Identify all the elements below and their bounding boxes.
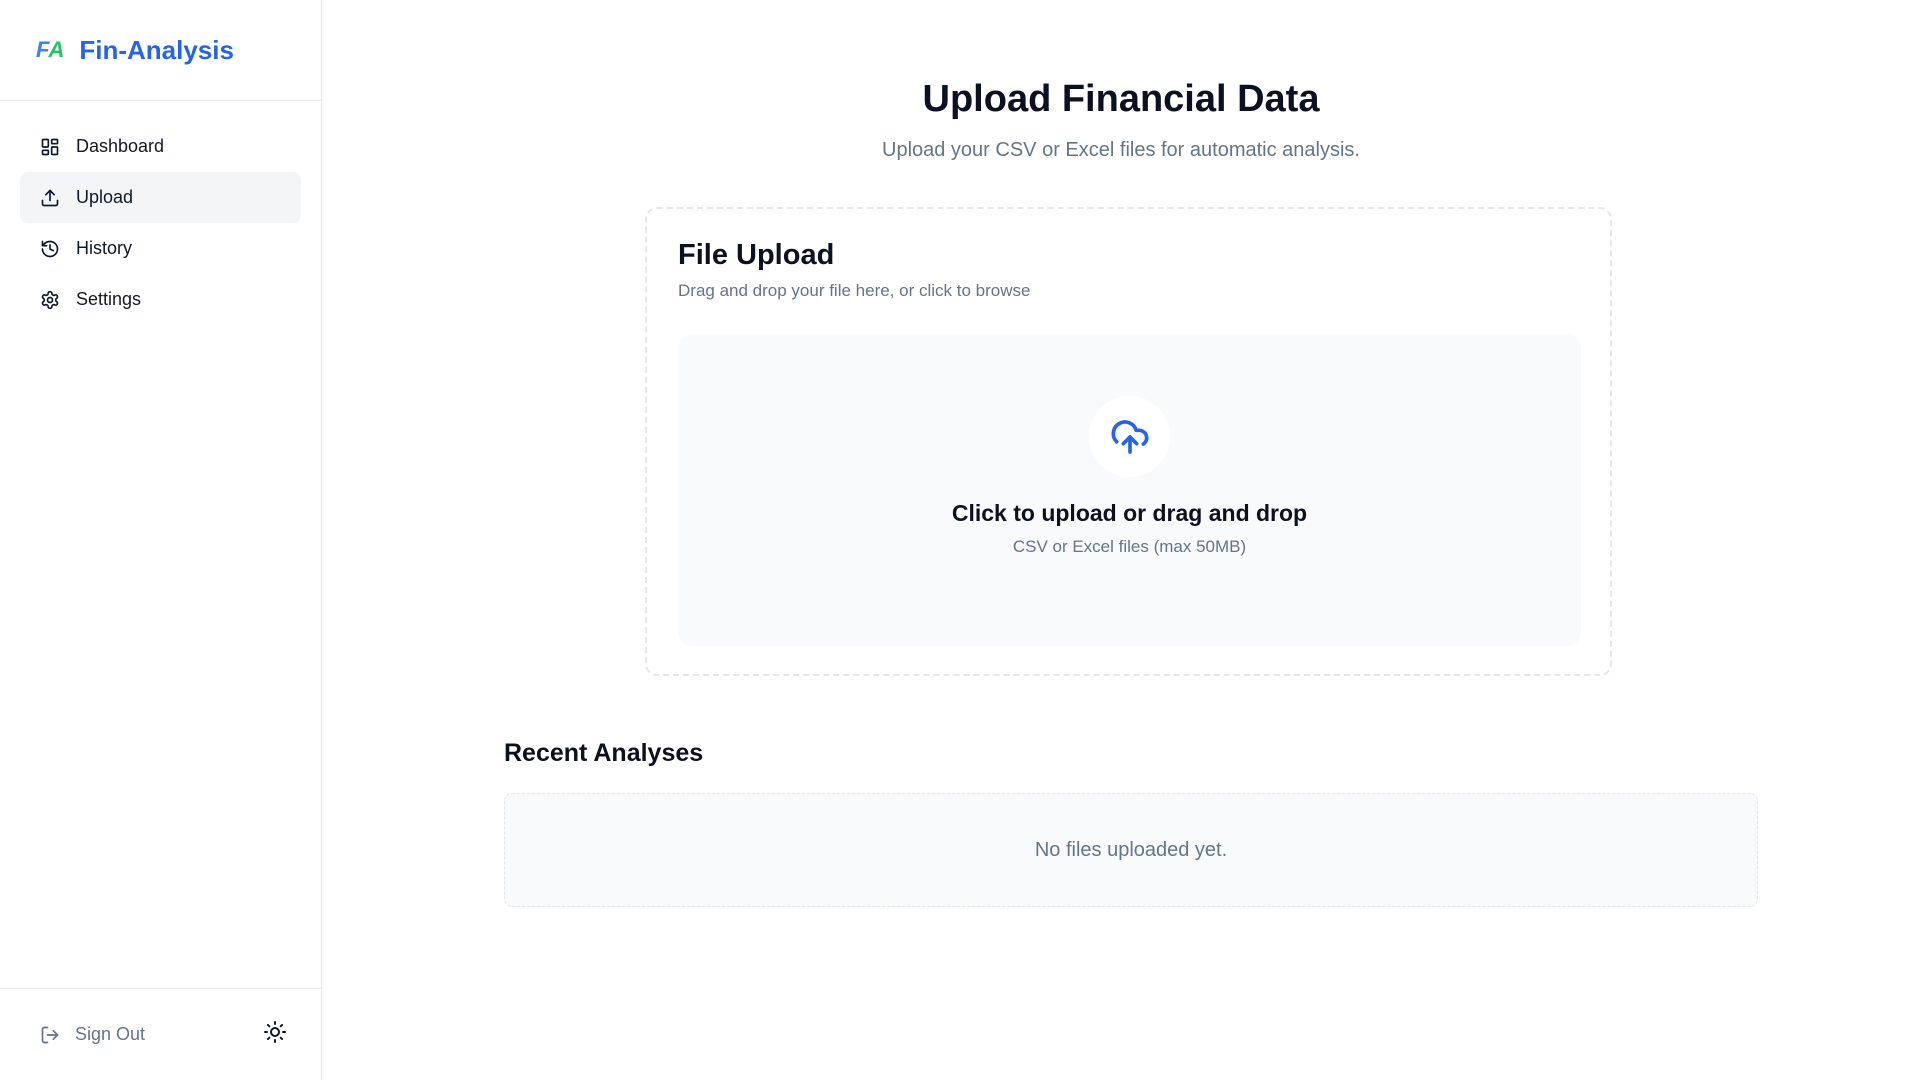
- upload-icon: [40, 188, 60, 208]
- sidebar-item-label: History: [76, 238, 133, 258]
- sign-out-button[interactable]: Sign Out: [40, 1024, 145, 1045]
- sidebar-item-label: Settings: [76, 289, 142, 309]
- file-dropzone[interactable]: Click to upload or drag and drop CSV or …: [678, 334, 1581, 646]
- theme-toggle-button[interactable]: [263, 1020, 287, 1049]
- sign-out-label: Sign Out: [75, 1024, 146, 1044]
- history-icon: [40, 239, 60, 259]
- brand-name: Fin-Analysis: [79, 34, 234, 65]
- card-description: Drag and drop your file here, or click t…: [678, 281, 1031, 300]
- brand-logo: FA: [36, 37, 64, 63]
- main-content: Upload Financial Data Upload your CSV or…: [322, 0, 1920, 1080]
- empty-state-text: No files uploaded yet.: [1034, 838, 1228, 861]
- logo-letter-f: F: [36, 37, 49, 62]
- sidebar: FA Fin-Analysis Dashboard Upload History: [0, 0, 322, 1080]
- dropzone-hint: CSV or Excel files (max 50MB): [1012, 537, 1247, 556]
- sign-out-icon: [41, 1026, 59, 1043]
- recent-analyses-list: No files uploaded yet.: [504, 793, 1758, 907]
- sidebar-nav: Dashboard Upload History Settings: [0, 101, 321, 325]
- sun-icon: [264, 1021, 286, 1043]
- sidebar-item-upload[interactable]: Upload: [20, 172, 301, 223]
- sidebar-footer: Sign Out: [0, 988, 321, 1080]
- sidebar-item-settings[interactable]: Settings: [20, 274, 301, 325]
- sidebar-item-history[interactable]: History: [20, 223, 301, 274]
- logo-letter-a: A: [48, 37, 64, 62]
- page-title: Upload Financial Data: [922, 78, 1320, 120]
- file-upload-card: File Upload Drag and drop your file here…: [645, 207, 1612, 676]
- recent-analyses-title: Recent Analyses: [504, 739, 704, 767]
- sidebar-item-label: Dashboard: [76, 136, 165, 156]
- sidebar-item-dashboard[interactable]: Dashboard: [20, 121, 301, 172]
- brand-header[interactable]: FA Fin-Analysis: [0, 0, 321, 101]
- dashboard-icon: [40, 137, 60, 157]
- dropzone-title: Click to upload or drag and drop: [951, 500, 1308, 526]
- cloud-upload-icon: [1089, 396, 1170, 477]
- card-title: File Upload: [678, 239, 835, 271]
- page-subtitle: Upload your CSV or Excel files for autom…: [882, 139, 1360, 161]
- gear-icon: [40, 290, 60, 310]
- sidebar-item-label: Upload: [76, 187, 134, 207]
